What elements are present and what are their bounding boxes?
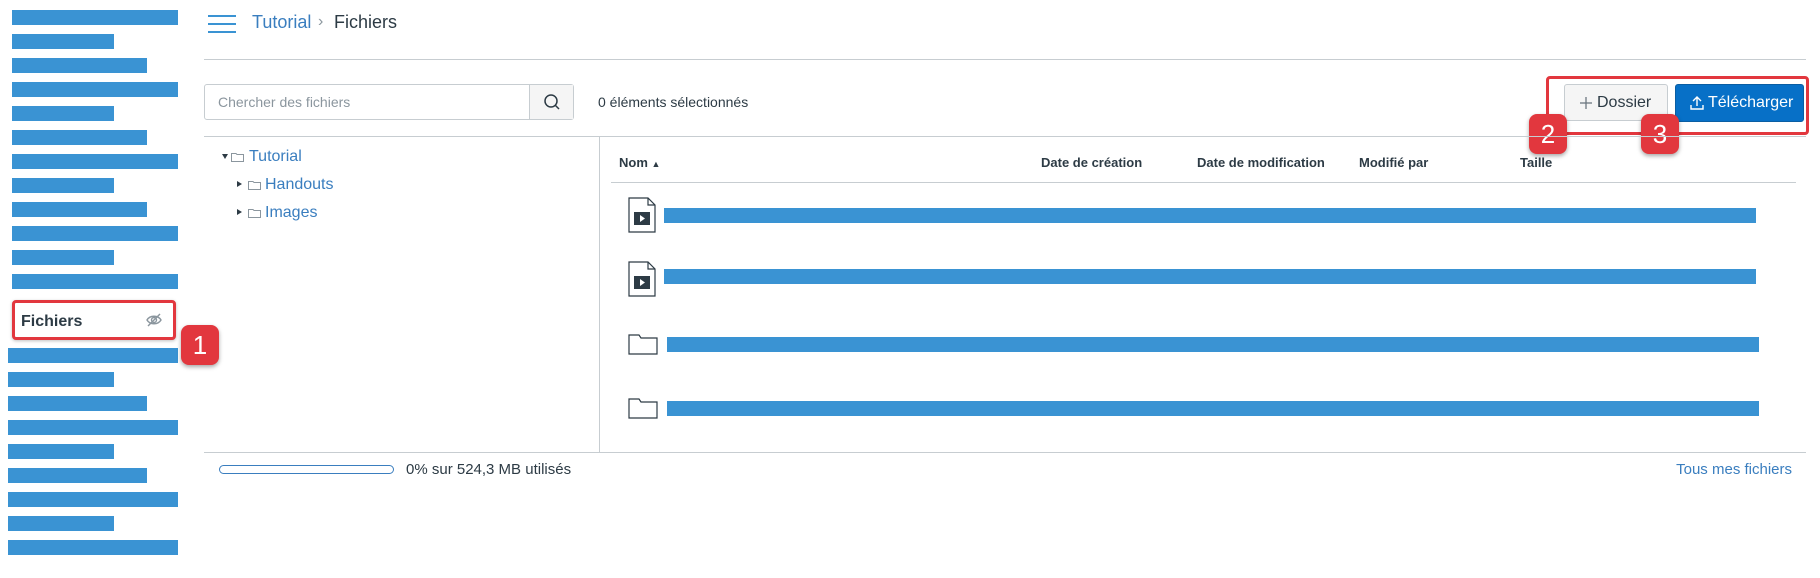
nav-item-redacted[interactable] bbox=[12, 178, 114, 193]
nav-item-redacted[interactable] bbox=[12, 10, 178, 25]
upload-icon bbox=[1690, 96, 1704, 110]
upload-button[interactable]: Télécharger bbox=[1675, 84, 1804, 122]
selection-status: 0 éléments sélectionnés bbox=[598, 94, 749, 110]
all-files-link[interactable]: Tous mes fichiers bbox=[1676, 461, 1792, 478]
column-header-taille[interactable]: Taille bbox=[1520, 155, 1552, 170]
caret-right-icon[interactable] bbox=[237, 209, 242, 215]
toolbar-divider bbox=[204, 136, 1806, 137]
pane-divider bbox=[599, 136, 600, 453]
storage-quota-text: 0% sur 524,3 MB utilisés bbox=[406, 461, 572, 478]
folder-icon bbox=[628, 334, 658, 355]
callout-badge-2: 2 bbox=[1529, 114, 1567, 154]
search-icon bbox=[544, 94, 560, 110]
folder-icon bbox=[231, 153, 244, 162]
folder-icon bbox=[628, 398, 658, 419]
file-search bbox=[204, 84, 574, 120]
folder-name-redacted[interactable] bbox=[667, 337, 1759, 352]
breadcrumb-separator: › bbox=[318, 13, 324, 30]
nav-item-redacted[interactable] bbox=[12, 34, 114, 49]
nav-item-redacted[interactable] bbox=[12, 274, 178, 289]
callout-badge-1: 1 bbox=[181, 325, 219, 365]
nav-item-redacted[interactable] bbox=[12, 226, 178, 241]
nav-item-redacted[interactable] bbox=[8, 492, 178, 507]
tree-item-tutorial[interactable]: Tutorial bbox=[249, 148, 302, 166]
upload-label: Télécharger bbox=[1708, 94, 1794, 111]
nav-item-redacted[interactable] bbox=[12, 130, 147, 145]
sidebar-item-label: Fichiers bbox=[21, 313, 83, 330]
folder-icon bbox=[248, 181, 261, 190]
nav-item-redacted[interactable] bbox=[8, 372, 114, 387]
sort-ascending-icon: ▲ bbox=[651, 159, 661, 169]
tree-item-handouts[interactable]: Handouts bbox=[265, 176, 334, 194]
nav-item-redacted[interactable] bbox=[8, 396, 147, 411]
file-name-redacted[interactable] bbox=[664, 208, 1756, 223]
nav-item-redacted[interactable] bbox=[12, 106, 114, 121]
nav-item-redacted[interactable] bbox=[12, 154, 178, 169]
search-input[interactable] bbox=[205, 85, 530, 119]
footer-divider bbox=[204, 452, 1806, 453]
column-header-nom[interactable]: Nom ▲ bbox=[619, 155, 660, 170]
eye-hidden-icon[interactable] bbox=[145, 311, 163, 329]
caret-down-icon[interactable] bbox=[222, 154, 228, 159]
video-file-icon bbox=[628, 197, 656, 233]
nav-item-redacted[interactable] bbox=[8, 540, 178, 555]
nav-item-redacted[interactable] bbox=[12, 202, 147, 217]
breadcrumb-link-tutorial[interactable]: Tutorial bbox=[252, 12, 311, 33]
nav-item-redacted[interactable] bbox=[8, 348, 178, 363]
caret-right-icon[interactable] bbox=[237, 181, 242, 187]
breadcrumb-current: Fichiers bbox=[334, 12, 398, 32]
column-header-modifie-par[interactable]: Modifié par bbox=[1359, 155, 1428, 170]
nav-item-redacted[interactable] bbox=[8, 516, 114, 531]
plus-icon bbox=[1580, 97, 1592, 109]
nav-item-redacted[interactable] bbox=[12, 250, 114, 265]
new-folder-label: Dossier bbox=[1597, 94, 1652, 111]
header-divider bbox=[204, 59, 1806, 60]
tree-item-images[interactable]: Images bbox=[265, 204, 317, 222]
nav-item-redacted[interactable] bbox=[12, 58, 147, 73]
search-button[interactable] bbox=[529, 85, 573, 119]
table-header-divider bbox=[611, 182, 1796, 183]
folder-icon bbox=[248, 209, 261, 218]
nav-item-redacted[interactable] bbox=[12, 82, 178, 97]
callout-badge-3: 3 bbox=[1641, 114, 1679, 154]
nav-item-redacted[interactable] bbox=[8, 468, 147, 483]
nav-item-redacted[interactable] bbox=[8, 444, 114, 459]
storage-quota-bar bbox=[219, 465, 394, 474]
hamburger-menu-icon[interactable] bbox=[208, 14, 236, 34]
nav-item-redacted[interactable] bbox=[8, 420, 178, 435]
column-header-date-creation[interactable]: Date de création bbox=[1041, 155, 1142, 170]
sidebar-item-fichiers[interactable]: Fichiers bbox=[12, 300, 176, 340]
video-file-icon bbox=[628, 261, 656, 297]
folder-name-redacted[interactable] bbox=[667, 401, 1759, 416]
column-header-date-modification[interactable]: Date de modification bbox=[1197, 155, 1325, 170]
file-name-redacted[interactable] bbox=[664, 269, 1756, 284]
